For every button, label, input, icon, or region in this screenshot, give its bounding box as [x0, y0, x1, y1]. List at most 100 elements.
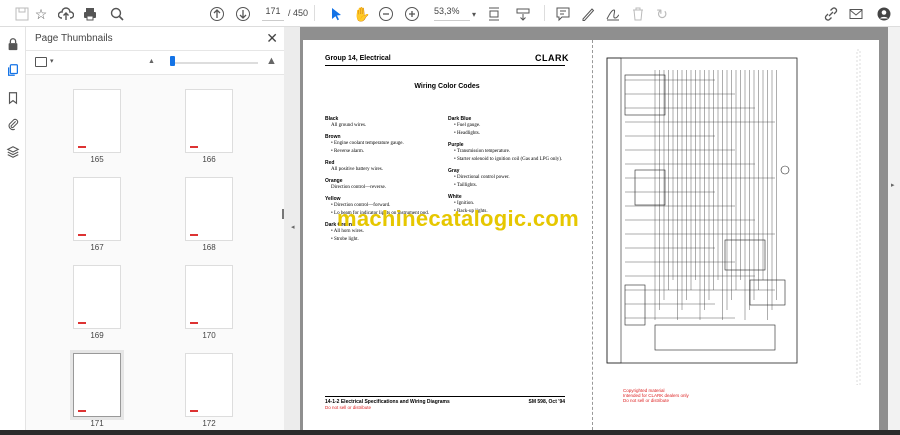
color-code-entry: Orange Direction control—reverse.	[325, 178, 455, 192]
page-number-input[interactable]: 171	[262, 6, 284, 21]
color-code-entry: Dark BlueFuel gauge.Headlights.	[448, 116, 578, 138]
zoom-out-icon[interactable]	[376, 4, 396, 24]
thumbnail-label: 170	[202, 331, 216, 340]
page-thumbnails-panel: Page Thumbnails ✕ ▾ ▲ ▲ 165 166 167 168 169 17…	[26, 27, 284, 430]
thumbnail-options-icon[interactable]	[35, 57, 47, 67]
divider	[314, 5, 315, 21]
upload-cloud-icon[interactable]	[56, 4, 76, 24]
color-description: All ground wires.	[331, 123, 367, 128]
color-usage-item: Taillights.	[448, 182, 578, 190]
footer-red-notice: Do not sell or distribute	[325, 405, 372, 410]
print-icon[interactable]	[80, 4, 100, 24]
color-usage-item: Reverse alarm.	[325, 148, 455, 156]
thumbnail-logo	[190, 146, 198, 148]
resize-handle[interactable]	[282, 209, 284, 219]
color-usage-item: Transmission temperature.	[448, 148, 578, 156]
panel-title: Page Thumbnails	[35, 33, 113, 44]
save-icon[interactable]	[12, 4, 32, 24]
page-divider	[592, 40, 593, 430]
thumbnail-label: 165	[90, 155, 104, 164]
document-page: Group 14, Electrical CLARK Wiring Color …	[303, 40, 879, 430]
bookmark-icon[interactable]	[4, 89, 22, 107]
attachment-icon[interactable]	[4, 115, 22, 133]
share-link-icon[interactable]	[821, 4, 841, 24]
watermark: machinecatalogic.com	[337, 206, 579, 231]
previous-page-icon[interactable]	[207, 4, 227, 24]
thumbnail-logo	[78, 146, 86, 148]
close-panel-button[interactable]: ✕	[266, 30, 278, 47]
collapse-panel-icon[interactable]: ◂	[291, 223, 295, 231]
options-dropdown-icon[interactable]: ▾	[50, 57, 54, 65]
page-thumbnail[interactable]	[73, 89, 121, 153]
email-icon[interactable]	[846, 4, 866, 24]
thumbnail-logo	[190, 322, 198, 324]
thumbnail-size-slider[interactable]	[174, 62, 258, 64]
page-thumbnails-icon[interactable]	[4, 61, 22, 79]
sign-icon[interactable]	[603, 4, 623, 24]
copyright-notice: Copyrighted material Intended for CLARK …	[623, 388, 689, 403]
page-thumbnail[interactable]	[73, 177, 121, 241]
page-fit-icon[interactable]	[484, 4, 504, 24]
color-usage-item: Starter solenoid to ignition coil (Gas a…	[448, 156, 578, 164]
vertical-scrollbar[interactable]: ▸	[888, 27, 900, 430]
color-code-entry: PurpleTransmission temperature.Starter s…	[448, 142, 578, 164]
expand-panel-icon[interactable]: ▸	[891, 181, 895, 189]
comment-icon[interactable]	[553, 4, 573, 24]
select-cursor-icon[interactable]	[326, 4, 346, 24]
divider	[544, 5, 545, 21]
page-thumbnail[interactable]	[185, 265, 233, 329]
page-thumbnail[interactable]	[70, 350, 124, 420]
header-rule	[325, 65, 565, 66]
color-code-entry: BrownEngine coolant temperature gauge.Re…	[325, 134, 455, 156]
zoom-in-icon[interactable]	[402, 4, 422, 24]
hand-tool-icon[interactable]: ✋	[352, 4, 372, 24]
thumbnail-label: 172	[202, 419, 216, 428]
page-thumbnail[interactable]	[185, 353, 233, 417]
color-usage-item: Strobe light.	[325, 236, 455, 244]
small-thumbnail-icon[interactable]: ▲	[148, 58, 155, 65]
thumbnail-logo	[78, 234, 86, 236]
account-icon[interactable]	[874, 4, 894, 24]
panel-splitter[interactable]: ◂	[282, 27, 300, 430]
thumbnail-label: 171	[90, 419, 104, 428]
color-usage-item: Engine coolant temperature gauge.	[325, 140, 455, 148]
color-description: All positive battery wires.	[331, 167, 383, 172]
highlight-pen-icon[interactable]	[578, 4, 598, 24]
status-bar	[0, 430, 900, 435]
color-usage-item: Fuel gauge.	[448, 122, 578, 130]
large-thumbnail-icon[interactable]: ▲	[266, 55, 277, 67]
clark-logo: CLARK	[535, 53, 569, 63]
color-usage-item: Headlights.	[448, 130, 578, 138]
page-thumbnail[interactable]	[185, 89, 233, 153]
page-header: Group 14, Electrical	[325, 55, 391, 62]
toolbar: ☆ 171 / 450 ✋ 53,3% ▾ ↻	[0, 0, 900, 27]
delete-icon[interactable]	[628, 4, 648, 24]
star-icon[interactable]: ☆	[31, 4, 51, 24]
color-code-entry: Red All positive battery wires.	[325, 160, 455, 174]
zoom-dropdown-icon[interactable]: ▾	[464, 4, 484, 24]
redo-icon[interactable]: ↻	[652, 4, 672, 24]
search-icon[interactable]	[107, 4, 127, 24]
color-code-entry: Black All ground wires.	[325, 116, 455, 130]
left-page: Group 14, Electrical CLARK Wiring Color …	[303, 40, 591, 430]
thumbnail-label: 167	[90, 243, 104, 252]
page-thumbnail[interactable]	[73, 265, 121, 329]
copyright-line: Do not sell or distribute	[623, 398, 670, 403]
color-description: Direction control—reverse.	[331, 185, 386, 190]
footer-right: SM 598, Oct '94	[528, 399, 565, 405]
thumbnail-logo	[190, 234, 198, 236]
page-total: / 450	[288, 8, 309, 18]
color-usage-item: Directional control power.	[448, 174, 578, 182]
page-title: Wiring Color Codes	[414, 83, 480, 90]
thumbnail-logo	[78, 322, 86, 324]
wiring-diagram-page: Copyrighted material Intended for CLARK …	[595, 40, 879, 430]
document-viewer: Group 14, Electrical CLARK Wiring Color …	[300, 27, 888, 430]
next-page-icon[interactable]	[233, 4, 253, 24]
layers-icon[interactable]	[4, 143, 22, 161]
thumbnail-label: 168	[202, 243, 216, 252]
page-thumbnail[interactable]	[185, 177, 233, 241]
lock-icon[interactable]	[4, 35, 22, 53]
left-tool-rail	[0, 27, 26, 430]
scroll-mode-icon[interactable]	[513, 4, 533, 24]
slider-handle[interactable]	[170, 56, 175, 66]
